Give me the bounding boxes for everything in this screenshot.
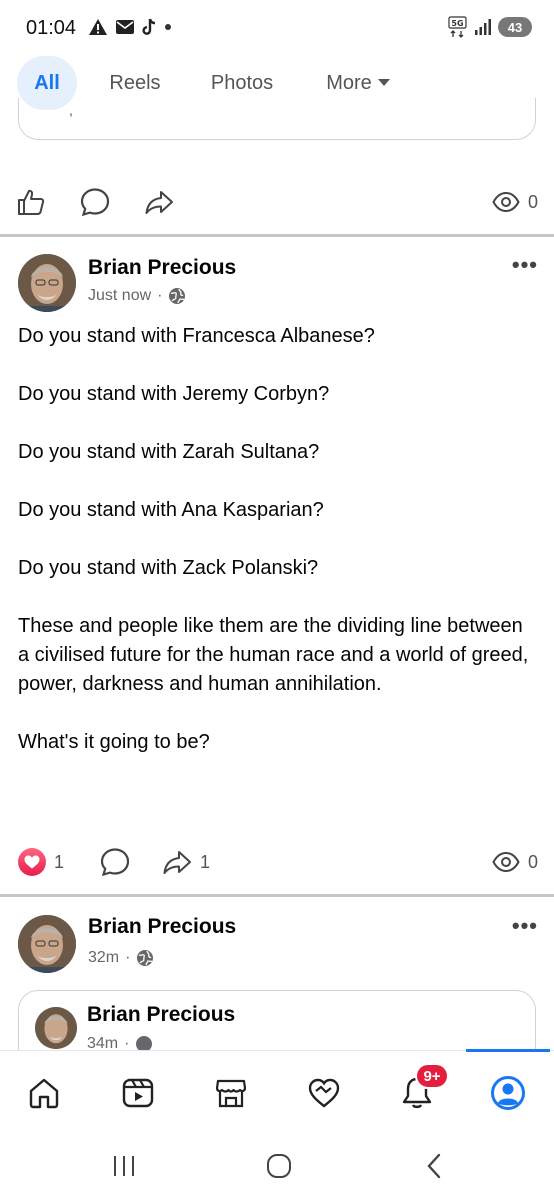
more-options-icon[interactable]: ••• xyxy=(512,252,538,278)
dot-icon xyxy=(165,24,171,30)
avatar-image xyxy=(18,915,76,973)
views-count-value: 0 xyxy=(528,851,539,872)
back-button[interactable] xyxy=(414,1150,454,1182)
post-time[interactable]: Just now xyxy=(88,287,151,305)
post-paragraph: Do you stand with Zarah Sultana? xyxy=(18,441,320,463)
views-count: 0 xyxy=(492,842,538,882)
recent-apps-icon xyxy=(114,1156,134,1176)
post-time[interactable]: 32m xyxy=(88,949,119,967)
system-navigation xyxy=(0,1130,554,1200)
post-actions: 1 1 0 xyxy=(0,842,554,892)
comment-icon xyxy=(100,848,130,877)
love-reaction-icon xyxy=(18,848,46,876)
active-tab-indicator xyxy=(466,1049,550,1052)
post-paragraph: Do you stand with Francesca Albanese? xyxy=(18,325,375,347)
thumbs-up-icon xyxy=(18,189,45,215)
heart-icon xyxy=(308,1078,340,1108)
views-count: 0 xyxy=(492,182,538,222)
shared-content-card-partial[interactable]: , xyxy=(18,98,536,140)
post-paragraph: What's it going to be? xyxy=(18,731,210,753)
post-divider xyxy=(0,894,554,897)
globe-icon xyxy=(169,288,186,304)
home-button[interactable] xyxy=(259,1150,299,1182)
post-text: Do you stand with Francesca Albanese? Do… xyxy=(18,322,538,786)
warning-icon xyxy=(89,19,107,35)
battery-indicator: 43 xyxy=(498,17,532,37)
marketplace-icon xyxy=(215,1079,247,1108)
status-time: 01:04 xyxy=(26,17,77,39)
more-options-icon[interactable]: ••• xyxy=(512,913,538,939)
caret-down-icon xyxy=(377,79,390,86)
avatar[interactable] xyxy=(35,1007,77,1049)
nav-home[interactable] xyxy=(20,1069,68,1117)
share-button[interactable]: 1 xyxy=(162,842,210,882)
nav-notifications[interactable]: 9+ xyxy=(393,1063,449,1117)
share-icon xyxy=(163,851,191,874)
avatar-image xyxy=(18,254,76,312)
recent-apps-button[interactable] xyxy=(104,1150,144,1182)
post-paragraph: Do you stand with Zack Polanski? xyxy=(18,557,319,579)
post-header: Brian Precious Just now · ••• xyxy=(0,252,554,314)
post-header: Brian Precious 32m · ••• xyxy=(0,913,554,975)
share-icon xyxy=(145,191,173,214)
globe-icon xyxy=(137,950,154,966)
post-paragraph: Do you stand with Ana Kasparian? xyxy=(18,499,324,521)
tiktok-icon xyxy=(142,18,156,35)
post-paragraph: These and people like them are the divid… xyxy=(18,615,529,695)
home-circle-icon xyxy=(267,1154,291,1178)
author-name[interactable]: Brian Precious xyxy=(88,915,236,939)
svg-text:5G: 5G xyxy=(451,19,463,28)
avatar[interactable] xyxy=(18,915,76,973)
back-icon xyxy=(427,1153,441,1179)
comment-button[interactable] xyxy=(100,842,130,882)
nav-marketplace[interactable] xyxy=(207,1069,255,1117)
comment-button[interactable] xyxy=(80,182,110,222)
nav-video[interactable] xyxy=(114,1069,162,1117)
post-meta: Just now · xyxy=(88,287,186,305)
post-paragraph: Do you stand with Jeremy Corbyn? xyxy=(18,383,330,405)
avatar-image xyxy=(35,1007,77,1049)
nav-dating[interactable] xyxy=(300,1069,348,1117)
home-icon xyxy=(29,1078,59,1109)
notification-badge: 9+ xyxy=(415,1063,449,1089)
reactions-count-value: 1 xyxy=(54,851,65,872)
profile-icon xyxy=(491,1076,525,1110)
shared-author-name[interactable]: Brian Precious xyxy=(87,1003,235,1027)
eye-icon xyxy=(492,191,520,213)
author-name[interactable]: Brian Precious xyxy=(88,256,236,280)
like-button[interactable] xyxy=(16,182,46,222)
mail-icon xyxy=(116,20,134,34)
previous-post-actions: 0 xyxy=(0,182,554,232)
post-divider xyxy=(0,234,554,237)
eye-icon xyxy=(492,851,520,873)
post-meta: 32m · xyxy=(88,949,154,967)
shares-count-value: 1 xyxy=(200,851,211,872)
avatar[interactable] xyxy=(18,254,76,312)
reactions-count[interactable]: 1 xyxy=(18,842,64,882)
share-button[interactable] xyxy=(144,182,174,222)
comment-icon xyxy=(80,188,110,217)
tab-more-label: More xyxy=(326,71,372,94)
views-count-value: 0 xyxy=(528,191,539,212)
bottom-navigation: 9+ xyxy=(0,1049,554,1130)
video-icon xyxy=(122,1078,154,1108)
network-5g-icon: 5G xyxy=(448,16,467,38)
status-bar: 01:04 5G 43 xyxy=(0,0,554,58)
nav-profile[interactable] xyxy=(484,1069,532,1117)
signal-icon xyxy=(475,19,491,35)
